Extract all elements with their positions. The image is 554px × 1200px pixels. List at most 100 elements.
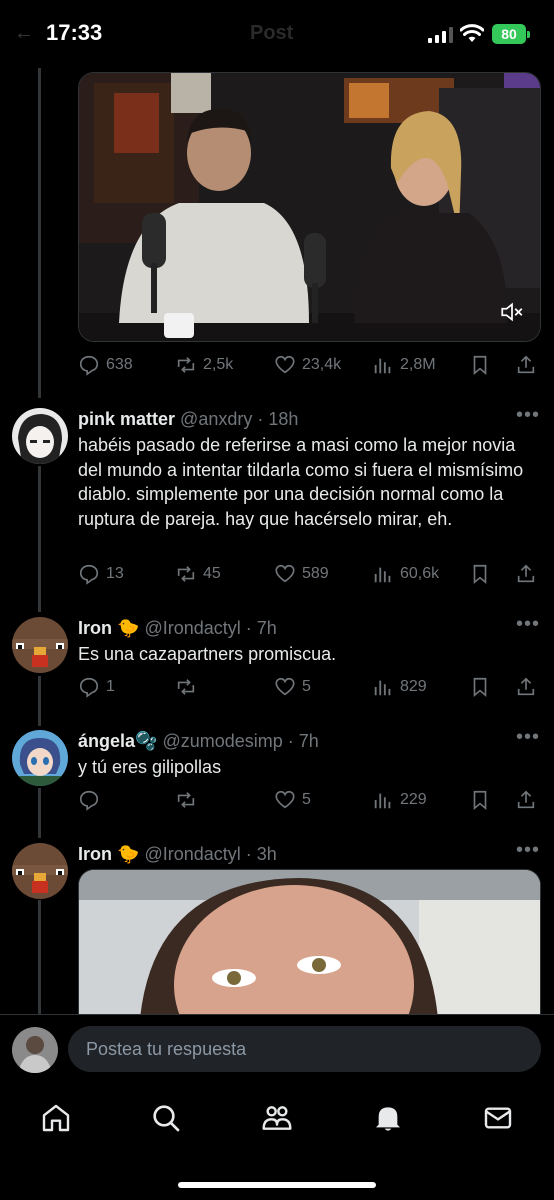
photo-image [79,870,540,1029]
thread-line [38,900,41,1014]
like-button[interactable]: 5 [274,785,311,815]
post-actions: 1 5 829 [78,672,542,702]
avatar[interactable] [12,730,68,786]
reply-input[interactable] [68,1026,541,1072]
reply-button[interactable]: 638 [78,350,133,380]
avatar[interactable] [12,408,68,464]
display-name[interactable]: Iron [78,844,112,864]
tab-search[interactable] [148,1100,184,1136]
avatar-image [12,1027,58,1073]
heart-icon [275,790,295,809]
repost-button[interactable]: 45 [175,559,221,589]
home-indicator[interactable] [178,1182,376,1188]
post-time[interactable]: 7h [299,731,319,751]
repost-button[interactable] [175,785,197,815]
repost-button[interactable] [175,672,197,702]
post-time[interactable]: 18h [268,409,298,429]
view-count: 2,8M [400,356,436,373]
share-button[interactable] [515,559,537,589]
avatar[interactable] [12,843,68,899]
home-icon [42,1104,70,1132]
post-text: habéis pasado de referirse a masi como l… [78,435,524,529]
tab-communities[interactable] [259,1100,295,1136]
repost-icon [177,357,195,373]
back-arrow-icon[interactable]: ← [14,22,34,44]
share-button[interactable] [515,785,537,815]
reply-count: 1 [106,678,115,695]
handle[interactable]: @anxdry [180,409,252,429]
repost-button[interactable]: 2,5k [175,350,233,380]
post-photo[interactable] [78,869,541,1029]
heart-icon [275,355,295,374]
display-name-emoji: 🐤 [117,844,140,864]
tab-home[interactable] [38,1100,74,1136]
bookmark-button[interactable] [469,672,491,702]
display-name[interactable]: Iron [78,618,112,638]
display-name[interactable]: pink matter [78,409,175,429]
avatar-image [12,843,68,899]
tab-messages[interactable] [480,1100,516,1136]
handle[interactable]: @zumodesimp [162,731,282,751]
view-count: 829 [400,678,427,695]
like-button[interactable]: 23,4k [274,350,341,380]
battery-cap [527,31,530,38]
tab-notifications[interactable] [370,1100,406,1136]
avatar[interactable] [12,1027,58,1073]
bookmark-icon [473,790,487,811]
video-player[interactable] [78,72,541,342]
more-options-icon[interactable]: ••• [516,613,540,636]
views-button[interactable]: 229 [372,785,427,815]
share-icon [517,564,535,583]
bookmark-button[interactable] [469,559,491,589]
display-name-emoji: 🐤 [117,618,140,638]
status-bar: ← Post 17:33 80 [0,0,554,68]
reply-icon [79,355,99,376]
thread-line [38,676,41,726]
separator-dot: · [252,409,269,429]
bookmark-icon [473,355,487,376]
post-time[interactable]: 3h [257,844,277,864]
thread-line [38,466,41,612]
post-time[interactable]: 7h [257,618,277,638]
views-button[interactable]: 2,8M [372,350,436,380]
like-button[interactable]: 5 [274,672,311,702]
repost-count: 45 [203,565,221,582]
post-header: pink matter @anxdry · 18h [78,409,298,430]
reply-icon [79,790,99,811]
avatar-image [12,730,68,786]
like-count: 23,4k [302,356,342,373]
search-icon [153,1105,180,1132]
post-text: Es una cazapartners promiscua. [78,644,337,664]
like-count: 5 [302,678,311,695]
views-icon [374,358,391,374]
views-button[interactable]: 60,6k [372,559,439,589]
status-time: 17:33 [46,20,103,45]
post-header: Iron 🐤 @Irondactyl · 3h [78,844,277,865]
post-header: Iron 🐤 @Irondactyl · 7h [78,618,277,639]
share-icon [517,790,535,809]
share-button[interactable] [515,350,537,380]
reply-button[interactable]: 13 [78,559,124,589]
mute-icon[interactable] [499,299,525,325]
reply-button[interactable] [78,785,100,815]
share-button[interactable] [515,672,537,702]
handle[interactable]: @Irondactyl [144,844,240,864]
more-options-icon[interactable]: ••• [516,726,540,749]
views-button[interactable]: 829 [372,672,427,702]
reply-button[interactable]: 1 [78,672,115,702]
views-icon [374,680,391,696]
handle[interactable]: @Irondactyl [144,618,240,638]
display-name[interactable]: ángela [78,731,135,751]
battery-indicator: 80 [492,24,526,44]
like-count: 5 [302,791,311,808]
bookmark-icon [473,564,487,585]
like-button[interactable]: 589 [274,559,329,589]
more-options-icon[interactable]: ••• [516,839,540,862]
more-options-icon[interactable]: ••• [516,404,540,427]
avatar[interactable] [12,617,68,673]
post-actions: 13 45 589 60,6k [78,559,542,589]
repost-icon [177,679,195,695]
bookmark-button[interactable] [469,785,491,815]
share-icon [517,355,535,374]
bookmark-button[interactable] [469,350,491,380]
